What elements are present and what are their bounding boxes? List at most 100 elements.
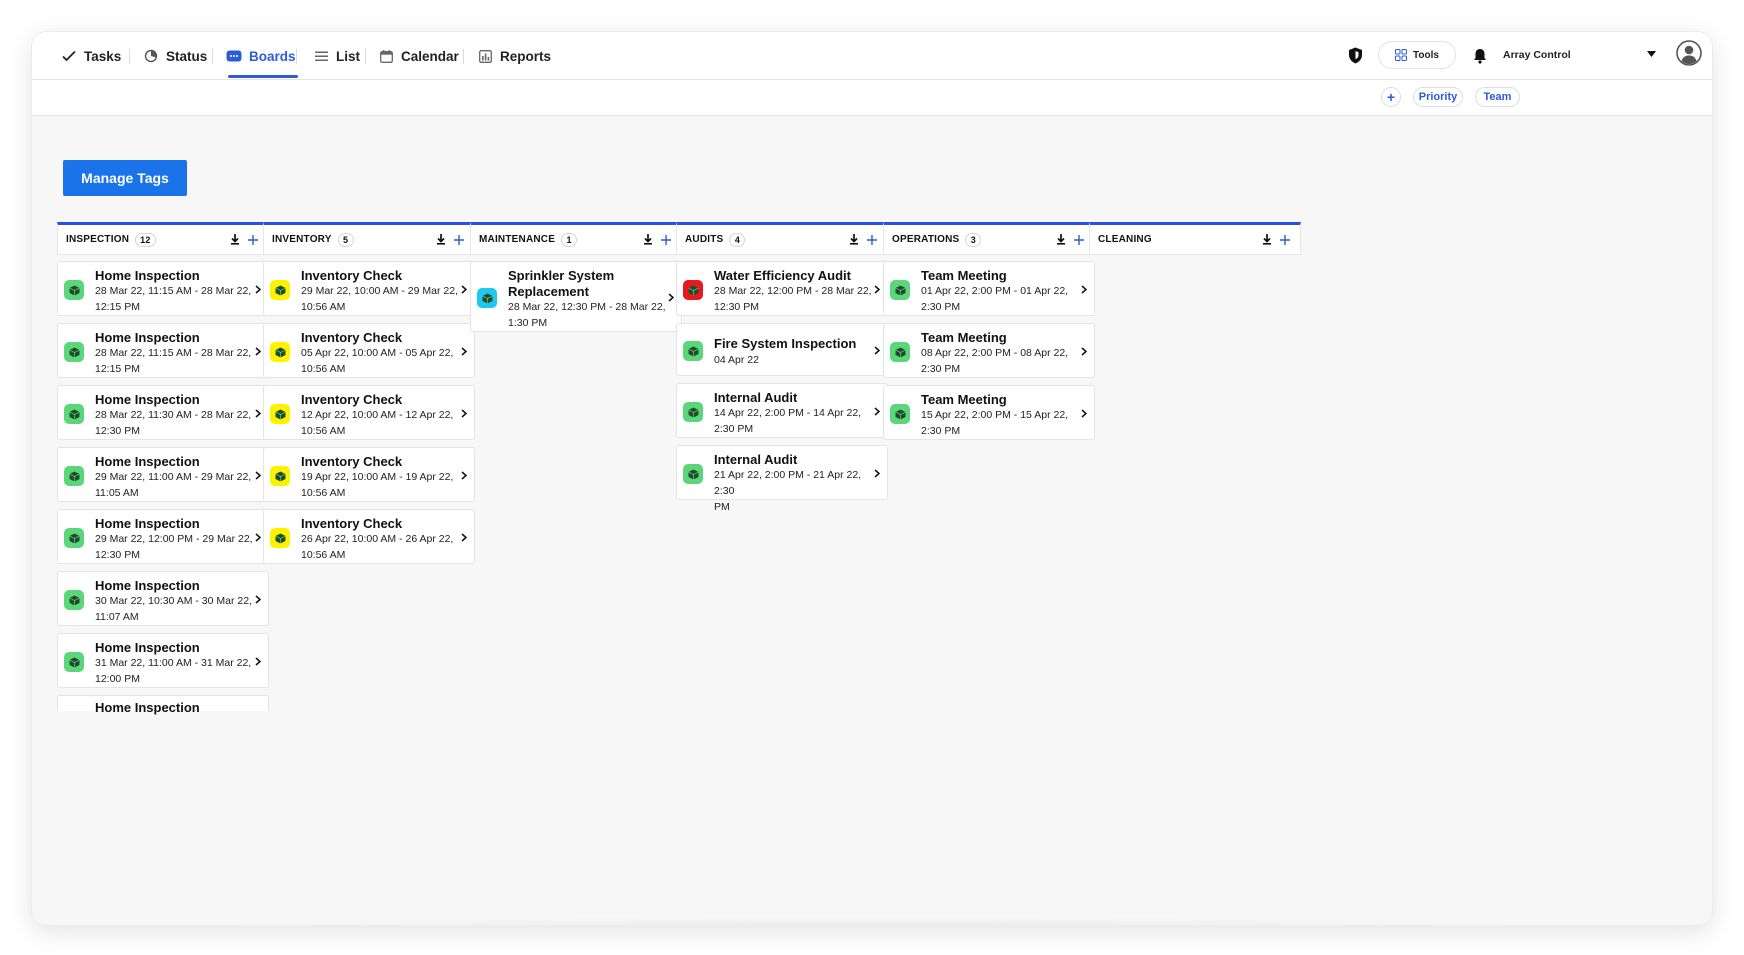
chevron-right-icon[interactable] — [459, 408, 469, 418]
caret-down-icon[interactable] — [1646, 50, 1656, 58]
task-card[interactable]: Sprinkler System Replacement 28 Mar 22, 12… — [470, 261, 682, 332]
add-filter-button[interactable]: + — [1381, 87, 1401, 107]
task-card[interactable]: Inventory Check 12 Apr 22, 10:00 AM - 12 … — [263, 385, 475, 440]
task-time-line-1: 21 Apr 22, 2:00 PM - 21 Apr 22, 2:30 — [714, 469, 862, 497]
plus-icon[interactable] — [1278, 233, 1292, 247]
task-card[interactable]: Home Inspection 28 Mar 22, 11:30 AM - 28 … — [57, 385, 269, 440]
task-type-icon — [683, 341, 703, 361]
plus-icon[interactable] — [865, 233, 879, 247]
download-icon[interactable] — [1260, 233, 1274, 247]
task-card[interactable]: Inventory Check 29 Mar 22, 10:00 AM - 29 … — [263, 261, 475, 316]
column-title: MAINTENANCE — [479, 234, 556, 245]
task-title: Internal Audit — [714, 452, 798, 467]
task-time-line-2: 2:30 PM — [921, 363, 961, 375]
task-card[interactable]: Fire System Inspection 04 Apr 22 — [676, 323, 888, 376]
chevron-right-icon[interactable] — [253, 284, 263, 294]
chevron-right-icon[interactable] — [253, 532, 263, 542]
tab-calendar[interactable]: Calendar — [378, 32, 459, 80]
team-filter-button[interactable]: Team — [1475, 87, 1520, 107]
chevron-right-icon[interactable] — [872, 468, 882, 478]
chevron-right-icon[interactable] — [1079, 408, 1089, 418]
shield-icon[interactable] — [1346, 46, 1364, 64]
task-card[interactable]: Home Inspection 29 Mar 22, 12:00 PM - 29 … — [57, 509, 269, 564]
column-header: AUDITS 4 — [676, 222, 888, 255]
tab-list[interactable]: List — [313, 32, 360, 80]
chevron-right-icon[interactable] — [872, 406, 882, 416]
chevron-right-icon[interactable] — [872, 345, 882, 355]
task-time: 29 Mar 22, 12:00 PM - 29 Mar 22, 12:30 PM — [95, 531, 253, 563]
chevron-right-icon[interactable] — [459, 532, 469, 542]
task-card[interactable]: Home Inspection 28 Mar 22, 11:15 AM - 28 … — [57, 323, 269, 378]
task-time-line-2: 10:56 AM — [301, 549, 346, 561]
download-icon[interactable] — [434, 233, 448, 247]
download-icon[interactable] — [228, 233, 242, 247]
task-time-line-1: 01 Apr 22, 2:00 PM - 01 Apr 22, — [921, 285, 1069, 297]
column-title: INVENTORY — [272, 234, 332, 245]
task-card[interactable]: Home Inspection 31 Mar 22, 11:00 AM - 31 … — [57, 633, 269, 688]
task-card[interactable]: Team Meeting 08 Apr 22, 2:00 PM - 08 Apr … — [883, 323, 1095, 378]
plus-icon[interactable] — [659, 233, 673, 247]
chevron-right-icon[interactable] — [253, 470, 263, 480]
tab-boards[interactable]: Boards — [226, 32, 298, 80]
task-type-icon — [270, 280, 290, 300]
task-card[interactable]: Home Inspection 28 Mar 22, 11:15 AM - 28 … — [57, 261, 269, 316]
task-type-icon — [64, 280, 84, 300]
task-time: 31 Mar 22, 11:00 AM - 31 Mar 22, 12:00 PM — [95, 655, 253, 687]
task-card[interactable]: Team Meeting 15 Apr 22, 2:00 PM - 15 Apr … — [883, 385, 1095, 440]
task-card[interactable]: Inventory Check 19 Apr 22, 10:00 AM - 19 … — [263, 447, 475, 502]
manage-tags-button[interactable]: Manage Tags — [63, 160, 187, 196]
tab-status[interactable]: Status — [143, 32, 207, 80]
task-title: Home Inspection — [95, 578, 200, 593]
chevron-right-icon[interactable] — [253, 594, 263, 604]
tab-reports[interactable]: Reports — [477, 32, 551, 80]
task-type-icon — [270, 466, 290, 486]
chevron-right-icon[interactable] — [459, 346, 469, 356]
task-card[interactable]: Internal Audit 14 Apr 22, 2:00 PM - 14 Ap… — [676, 383, 888, 438]
task-time-line-2: 2:30 PM — [714, 423, 754, 435]
task-time-line-1: 29 Mar 22, 11:00 AM - 29 Mar 22, — [95, 471, 252, 483]
download-icon[interactable] — [1054, 233, 1068, 247]
task-card[interactable]: Inventory Check 05 Apr 22, 10:00 AM - 05 … — [263, 323, 475, 378]
task-title: Home Inspection — [95, 454, 200, 469]
task-time: 19 Apr 22, 10:00 AM - 19 Apr 22, 10:56 AM — [301, 469, 459, 501]
task-card[interactable]: Home Inspection — [57, 695, 269, 715]
tools-button[interactable]: Tools — [1378, 41, 1456, 69]
task-time-line-1: 28 Mar 22, 12:00 PM - 28 Mar 22, — [714, 285, 872, 297]
task-card[interactable]: Home Inspection 29 Mar 22, 11:00 AM - 29 … — [57, 447, 269, 502]
task-time-line-2: 1:30 PM — [508, 317, 548, 329]
priority-filter-button[interactable]: Priority — [1413, 87, 1463, 107]
task-card[interactable]: Team Meeting 01 Apr 22, 2:00 PM - 01 Apr … — [883, 261, 1095, 316]
chevron-right-icon[interactable] — [459, 470, 469, 480]
download-icon[interactable] — [641, 233, 655, 247]
avatar-icon[interactable] — [1675, 39, 1703, 67]
board-column-inspection: INSPECTION 12 Home Inspection 28 Mar 22, 11… — [57, 222, 269, 715]
chevron-right-icon[interactable] — [872, 284, 882, 294]
chevron-right-icon[interactable] — [1079, 346, 1089, 356]
plus-icon[interactable] — [1072, 233, 1086, 247]
tab-tasks[interactable]: Tasks — [61, 32, 121, 80]
bell-icon[interactable] — [1472, 47, 1488, 65]
download-icon[interactable] — [847, 233, 861, 247]
task-time-line-2: 10:56 AM — [301, 301, 346, 313]
task-time: 30 Mar 22, 10:30 AM - 30 Mar 22, 11:07 AM — [95, 593, 253, 625]
chevron-right-icon[interactable] — [253, 408, 263, 418]
chevron-right-icon[interactable] — [666, 292, 676, 302]
task-time: 01 Apr 22, 2:00 PM - 01 Apr 22, 2:30 PM — [921, 283, 1079, 315]
task-time-line-1: 19 Apr 22, 10:00 AM - 19 Apr 22, — [301, 471, 454, 483]
task-title: Inventory Check — [301, 454, 403, 469]
tab-label: Boards — [249, 48, 296, 64]
chevron-right-icon[interactable] — [253, 656, 263, 666]
task-card[interactable]: Internal Audit 21 Apr 22, 2:00 PM - 21 Ap… — [676, 445, 888, 513]
chevron-right-icon[interactable] — [1079, 284, 1089, 294]
column-title: AUDITS — [685, 234, 724, 245]
task-card[interactable]: Home Inspection 30 Mar 22, 10:30 AM - 30 … — [57, 571, 269, 626]
task-card[interactable]: Inventory Check 26 Apr 22, 10:00 AM - 26 … — [263, 509, 475, 564]
grid-icon — [1395, 49, 1408, 61]
task-card[interactable]: Water Efficiency Audit 28 Mar 22, 12:00 P… — [676, 261, 888, 316]
chevron-right-icon[interactable] — [253, 346, 263, 356]
plus-icon[interactable] — [246, 233, 260, 247]
column-title: CLEANING — [1098, 234, 1152, 245]
chevron-right-icon[interactable] — [459, 284, 469, 294]
nav-divider — [212, 49, 213, 64]
plus-icon[interactable] — [452, 233, 466, 247]
